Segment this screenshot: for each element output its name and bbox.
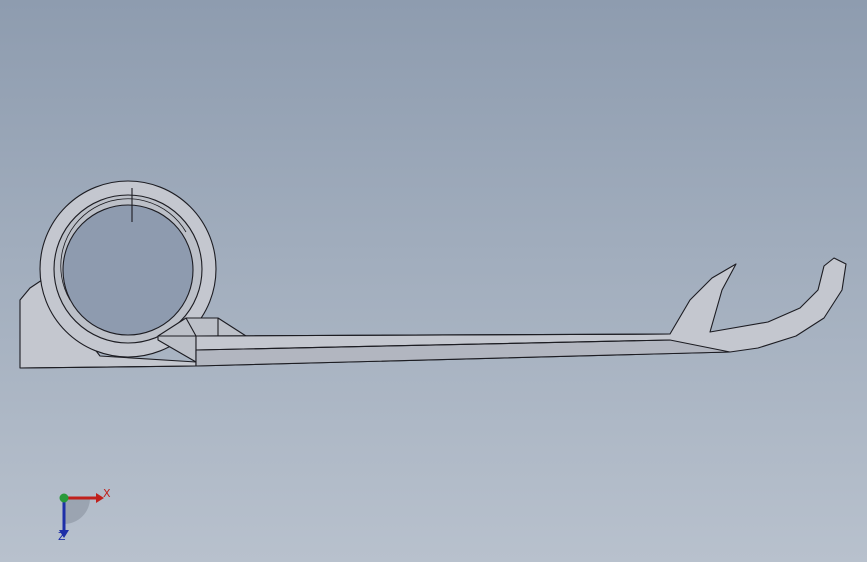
x-axis-label: X	[103, 487, 111, 500]
part-body[interactable]	[19, 180, 847, 369]
bore-hole	[62, 204, 194, 336]
y-axis-dot	[59, 493, 69, 503]
part-model[interactable]	[0, 0, 867, 562]
z-axis-label: Z	[58, 530, 66, 543]
graphics-viewport[interactable]: X Z	[0, 0, 867, 562]
triad-shadow-arc	[64, 498, 90, 524]
reference-triad: X Z	[40, 480, 120, 550]
